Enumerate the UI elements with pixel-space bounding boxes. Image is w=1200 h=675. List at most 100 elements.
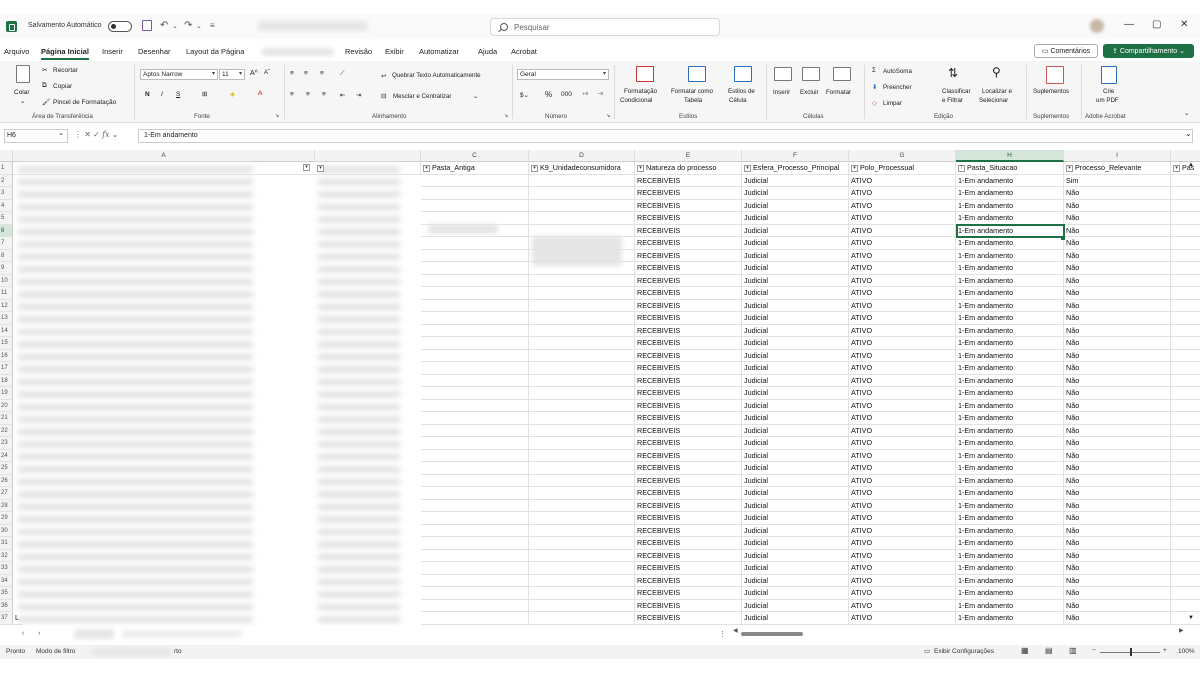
table-cell[interactable]: RECEBIVEIS	[635, 349, 742, 362]
table-cell[interactable]	[1171, 487, 1200, 500]
table-cell[interactable]: Judicial	[742, 524, 849, 537]
table-cell[interactable]: RECEBIVEIS	[635, 362, 742, 375]
tab-split-icon[interactable]: ⋮	[719, 630, 726, 638]
row-header[interactable]: 29	[0, 512, 13, 525]
table-cell[interactable]: Judicial	[742, 424, 849, 437]
table-cell[interactable]: Não	[1064, 437, 1171, 450]
table-cell[interactable]: Judicial	[742, 612, 849, 625]
table-cell[interactable]	[421, 424, 529, 437]
table-cell[interactable]: ATIVO	[849, 362, 956, 375]
tab-inserir[interactable]: Inserir	[102, 47, 123, 56]
fill-label[interactable]: Preencher	[883, 84, 912, 91]
tab-automatizar[interactable]: Automatizar	[419, 47, 459, 56]
table-cell[interactable]	[1171, 362, 1200, 375]
align-left-icon[interactable]: ≡	[290, 91, 294, 98]
table-cell[interactable]: ATIVO	[849, 537, 956, 550]
table-cell[interactable]: ATIVO	[849, 187, 956, 200]
table-cell[interactable]	[529, 599, 635, 612]
table-cell[interactable]: 1-Em andamento	[956, 237, 1064, 250]
page-layout-icon[interactable]: ▤	[1045, 646, 1053, 655]
table-cell[interactable]: ATIVO	[849, 274, 956, 287]
table-cell[interactable]	[1171, 387, 1200, 400]
table-cell[interactable]	[529, 487, 635, 500]
table-cell[interactable]	[529, 412, 635, 425]
table-cell[interactable]	[421, 599, 529, 612]
table-cell[interactable]	[421, 587, 529, 600]
table-cell[interactable]: Judicial	[742, 499, 849, 512]
scroll-up-icon[interactable]: ▲	[1188, 162, 1194, 168]
header-cell-j[interactable]: ▾ Pas	[1171, 162, 1200, 175]
table-cell[interactable]: 1-Em andamento	[956, 299, 1064, 312]
row-header[interactable]: 23	[0, 437, 13, 450]
row-header[interactable]: 13	[0, 312, 13, 325]
merge-center-icon[interactable]: ⊟	[381, 92, 386, 100]
table-cell[interactable]: Judicial	[742, 362, 849, 375]
table-cell[interactable]	[421, 274, 529, 287]
table-cell[interactable]	[1171, 212, 1200, 225]
row-header[interactable]: 14	[0, 324, 13, 337]
table-cell[interactable]: 1-Em andamento	[956, 437, 1064, 450]
table-cell[interactable]	[529, 312, 635, 325]
table-cell[interactable]	[1171, 437, 1200, 450]
table-cell[interactable]	[421, 524, 529, 537]
table-cell[interactable]: ATIVO	[849, 174, 956, 187]
table-cell[interactable]: ATIVO	[849, 612, 956, 625]
ribbon-collapse-icon[interactable]: ⌄	[1184, 109, 1189, 117]
row-header[interactable]: 18	[0, 374, 13, 387]
normal-view-icon[interactable]: ▦	[1021, 646, 1029, 655]
table-cell[interactable]: ATIVO	[849, 437, 956, 450]
filter-dropdown-icon[interactable]: ▾	[744, 164, 751, 172]
table-cell[interactable]	[529, 237, 635, 250]
table-cell[interactable]: Não	[1064, 424, 1171, 437]
tab-ajuda[interactable]: Ajuda	[478, 47, 497, 56]
table-cell[interactable]	[421, 374, 529, 387]
table-cell[interactable]: Não	[1064, 249, 1171, 262]
table-cell[interactable]: 1-Em andamento	[956, 324, 1064, 337]
row-header[interactable]: 27	[0, 487, 13, 500]
table-cell[interactable]	[529, 374, 635, 387]
table-cell[interactable]: 1-Em andamento	[956, 612, 1064, 625]
search-box[interactable]: Pesquisar	[490, 18, 720, 36]
header-cell-c[interactable]: ▾ Pasta_Antiga	[421, 162, 529, 175]
table-cell[interactable]: 1-Em andamento	[956, 574, 1064, 587]
table-cell[interactable]: 1-Em andamento	[956, 349, 1064, 362]
format-table-label-2[interactable]: Tabela	[684, 97, 702, 104]
table-cell[interactable]	[1171, 587, 1200, 600]
table-cell[interactable]	[529, 174, 635, 187]
tab-layout[interactable]: Layout da Página	[186, 47, 244, 56]
table-cell[interactable]: RECEBIVEIS	[635, 287, 742, 300]
table-cell[interactable]	[529, 387, 635, 400]
autosave-toggle[interactable]	[108, 21, 132, 32]
expand-formula-icon[interactable]: ⌄	[1185, 129, 1192, 138]
cut-label[interactable]: Recortar	[53, 67, 78, 74]
table-cell[interactable]: 1-Em andamento	[956, 549, 1064, 562]
table-cell[interactable]: Não	[1064, 512, 1171, 525]
header-cell-g[interactable]: ▾ Polo_Processual	[849, 162, 956, 175]
table-cell[interactable]: Judicial	[742, 512, 849, 525]
table-cell[interactable]: Não	[1064, 212, 1171, 225]
table-cell[interactable]: Não	[1064, 549, 1171, 562]
formula-input[interactable]: 1-Em andamento	[138, 129, 1193, 143]
column-header-j[interactable]	[1171, 150, 1200, 162]
table-cell[interactable]	[1171, 262, 1200, 275]
percent-icon[interactable]: %	[545, 90, 552, 99]
table-cell[interactable]: 1-Em andamento	[956, 474, 1064, 487]
table-cell[interactable]: Judicial	[742, 412, 849, 425]
filter-dropdown-icon[interactable]: ▾	[317, 164, 324, 172]
table-cell[interactable]	[1171, 325, 1200, 337]
row-header[interactable]: 7	[0, 237, 13, 250]
table-cell[interactable]	[1171, 187, 1200, 200]
table-cell[interactable]	[421, 237, 529, 250]
table-cell[interactable]: RECEBIVEIS	[635, 562, 742, 575]
header-cell-b[interactable]: ▾	[315, 162, 421, 175]
header-cell-d[interactable]: ▾ K9_Unidadeconsumidora	[529, 162, 635, 175]
row-header[interactable]: 6	[0, 224, 13, 237]
table-cell[interactable]	[1171, 275, 1200, 287]
table-cell[interactable]: Não	[1064, 499, 1171, 512]
table-cell[interactable]: Não	[1064, 349, 1171, 362]
row-header[interactable]: 37	[0, 612, 13, 625]
table-cell[interactable]	[421, 212, 529, 225]
table-cell[interactable]	[1171, 312, 1200, 325]
table-cell[interactable]	[421, 512, 529, 525]
format-table-label-1[interactable]: Formatar como	[671, 88, 713, 95]
